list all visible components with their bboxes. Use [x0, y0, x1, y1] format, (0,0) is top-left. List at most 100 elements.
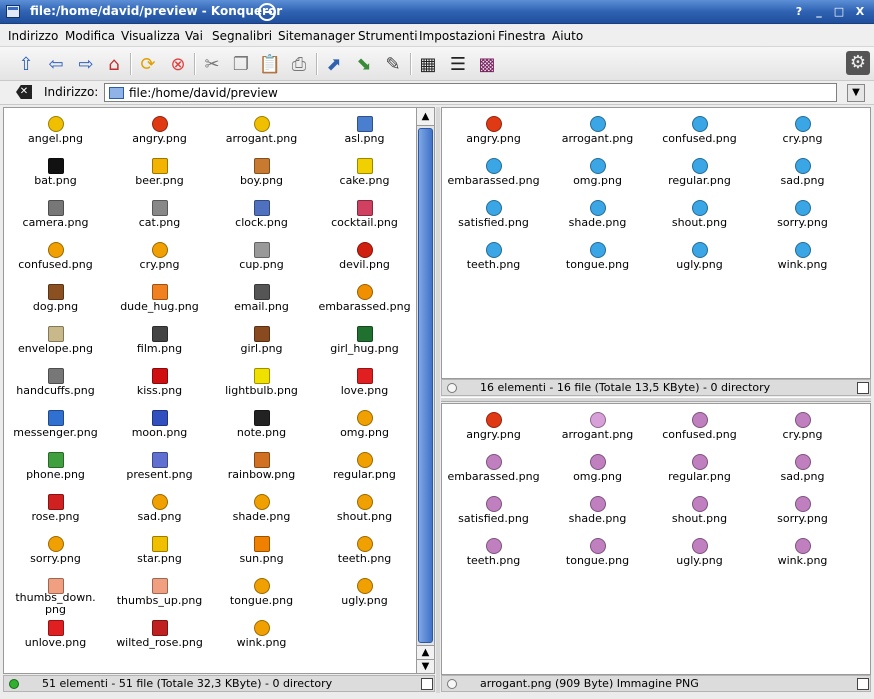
vertical-splitter[interactable] — [436, 107, 440, 693]
file-item[interactable]: camera.png — [4, 194, 107, 236]
file-item[interactable]: clock.png — [210, 194, 313, 236]
file-item[interactable]: ugly.png — [313, 572, 416, 614]
menu-sitemanager[interactable]: Sitemanager — [278, 29, 355, 43]
file-item[interactable]: regular.png — [648, 152, 751, 194]
file-item[interactable]: cat.png — [108, 194, 211, 236]
file-item[interactable]: bat.png — [4, 152, 107, 194]
file-item[interactable]: omg.png — [546, 448, 649, 490]
file-item[interactable]: sorry.png — [751, 490, 854, 532]
menu-impostazioni[interactable]: Impostazioni — [419, 29, 495, 43]
file-item[interactable]: embarassed.png — [442, 152, 545, 194]
file-item[interactable]: confused.png — [648, 406, 751, 448]
file-item[interactable]: cry.png — [108, 236, 211, 278]
location-text[interactable]: file:/home/david/preview — [129, 86, 278, 100]
left-scrollbar[interactable]: ▲ ▲ ▼ — [417, 107, 435, 674]
file-item[interactable]: regular.png — [648, 448, 751, 490]
menu-strumenti[interactable]: Strumenti — [358, 29, 418, 43]
scroll-up-icon[interactable]: ▲ — [417, 108, 434, 126]
file-item[interactable]: angry.png — [108, 110, 211, 152]
file-item[interactable]: embarassed.png — [313, 278, 416, 320]
file-item[interactable]: teeth.png — [442, 532, 545, 574]
file-item[interactable]: sorry.png — [4, 530, 107, 572]
file-item[interactable]: wink.png — [210, 614, 313, 656]
title-bar[interactable]: file:/home/david/preview - Konqueror ? _… — [0, 0, 874, 24]
right-bottom-file-pane[interactable]: angry.png arrogant.png confused.png cry.png… — [441, 403, 871, 675]
cut-icon[interactable]: ✂ — [200, 52, 224, 76]
icon-view-icon[interactable]: ▦ — [416, 52, 440, 76]
right-top-file-pane[interactable]: angry.png arrogant.png confused.png cry.png… — [441, 107, 871, 379]
file-item[interactable]: shade.png — [210, 488, 313, 530]
file-item[interactable]: handcuffs.png — [4, 362, 107, 404]
maximize-button[interactable]: □ — [830, 4, 848, 20]
tree-view-icon[interactable]: ☰ — [446, 52, 470, 76]
file-item[interactable]: sad.png — [751, 448, 854, 490]
file-item[interactable]: note.png — [210, 404, 313, 446]
file-item[interactable]: messenger.png — [4, 404, 107, 446]
horizontal-splitter[interactable] — [441, 397, 871, 402]
file-item[interactable]: teeth.png — [313, 530, 416, 572]
file-item[interactable]: dog.png — [4, 278, 107, 320]
file-item[interactable]: sad.png — [751, 152, 854, 194]
file-item[interactable]: sun.png — [210, 530, 313, 572]
up-arrow-icon[interactable]: ⇧ — [14, 52, 38, 76]
file-item[interactable]: omg.png — [313, 404, 416, 446]
link-view-checkbox[interactable] — [857, 382, 869, 394]
file-item[interactable]: confused.png — [648, 110, 751, 152]
file-item[interactable]: omg.png — [546, 152, 649, 194]
file-item[interactable]: wilted_rose.png — [108, 614, 211, 656]
file-item[interactable]: thumbs_down. png — [4, 572, 107, 616]
file-item[interactable]: cake.png — [313, 152, 416, 194]
file-item[interactable]: arrogant.png — [546, 110, 649, 152]
file-item[interactable]: cry.png — [751, 110, 854, 152]
file-item[interactable]: tongue.png — [546, 236, 649, 278]
help-button[interactable]: ? — [790, 4, 808, 20]
menu-indirizzo[interactable]: Indirizzo — [8, 29, 58, 43]
file-item[interactable]: sorry.png — [751, 194, 854, 236]
zoom-in-icon[interactable]: ⬈ — [322, 52, 346, 76]
file-item[interactable]: cocktail.png — [313, 194, 416, 236]
link-view-checkbox[interactable] — [421, 678, 433, 690]
menu-modifica[interactable]: Modifica — [65, 29, 115, 43]
file-item[interactable]: dude_hug.png — [108, 278, 211, 320]
thumbnail-view-icon[interactable]: ▩ — [475, 52, 499, 76]
file-item[interactable]: asl.png — [313, 110, 416, 152]
window-icon[interactable] — [6, 5, 20, 18]
menu-segnalibri[interactable]: Segnalibri — [212, 29, 272, 43]
file-item[interactable]: kiss.png — [108, 362, 211, 404]
file-item[interactable]: satisfied.png — [442, 194, 545, 236]
file-item[interactable]: regular.png — [313, 446, 416, 488]
file-item[interactable]: girl.png — [210, 320, 313, 362]
menu-aiuto[interactable]: Aiuto — [552, 29, 583, 43]
file-item[interactable]: ugly.png — [648, 532, 751, 574]
stop-icon[interactable]: ⊗ — [166, 52, 190, 76]
file-item[interactable]: shade.png — [546, 490, 649, 532]
file-item[interactable]: embarassed.png — [442, 448, 545, 490]
location-input[interactable]: file:/home/david/preview — [104, 83, 837, 102]
home-icon[interactable]: ⌂ — [102, 52, 126, 76]
forward-arrow-icon[interactable]: ⇨ — [74, 52, 98, 76]
file-item[interactable]: shout.png — [313, 488, 416, 530]
file-item[interactable]: wink.png — [751, 236, 854, 278]
scroll-down-icon[interactable]: ▲ — [417, 645, 434, 659]
file-item[interactable]: satisfied.png — [442, 490, 545, 532]
file-item[interactable]: email.png — [210, 278, 313, 320]
file-item[interactable]: shout.png — [648, 490, 751, 532]
close-button[interactable]: X — [851, 4, 869, 20]
minimize-button[interactable]: _ — [810, 4, 828, 20]
file-item[interactable]: love.png — [313, 362, 416, 404]
file-item[interactable]: beer.png — [108, 152, 211, 194]
file-item[interactable]: phone.png — [4, 446, 107, 488]
file-item[interactable]: shade.png — [546, 194, 649, 236]
zoom-out-icon[interactable]: ⬊ — [352, 52, 376, 76]
file-item[interactable]: envelope.png — [4, 320, 107, 362]
file-item[interactable]: rainbow.png — [210, 446, 313, 488]
copy-icon[interactable]: ❐ — [229, 52, 253, 76]
file-item[interactable]: tongue.png — [210, 572, 313, 614]
file-item[interactable]: angry.png — [442, 110, 545, 152]
back-arrow-icon[interactable]: ⇦ — [44, 52, 68, 76]
paste-icon[interactable]: 📋 — [258, 52, 282, 76]
file-item[interactable]: angel.png — [4, 110, 107, 152]
link-view-checkbox[interactable] — [857, 678, 869, 690]
file-item[interactable]: cup.png — [210, 236, 313, 278]
file-item[interactable]: angry.png — [442, 406, 545, 448]
